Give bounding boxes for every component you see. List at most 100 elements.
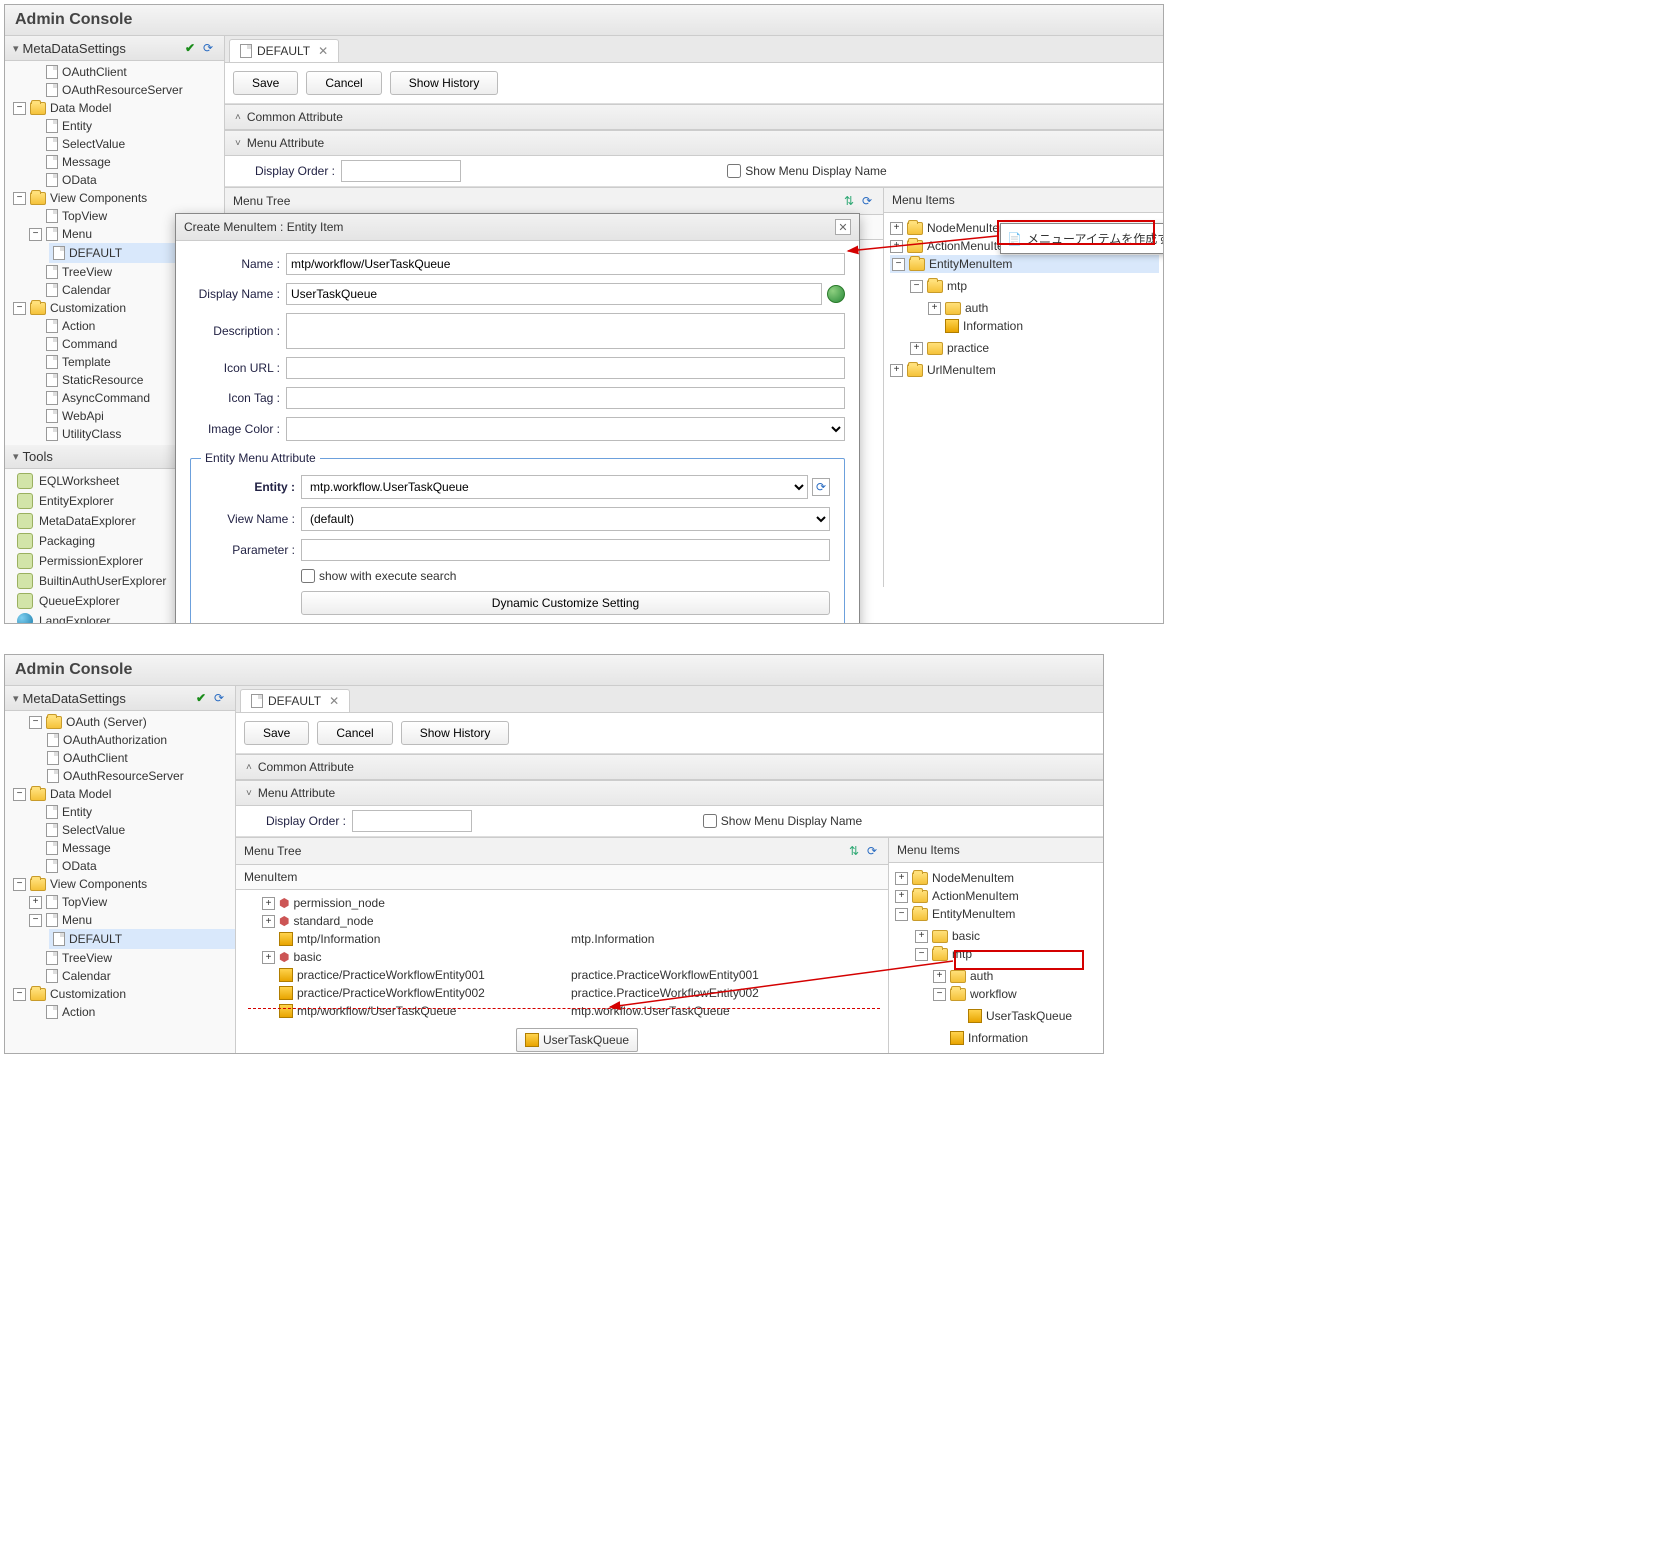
tree-message[interactable]: Message bbox=[62, 841, 111, 855]
tree-customization[interactable]: Customization bbox=[50, 987, 126, 1001]
tree-action[interactable]: Action bbox=[62, 1005, 95, 1019]
tree-webapi[interactable]: WebApi bbox=[62, 409, 104, 423]
tree-template[interactable]: Template bbox=[62, 355, 111, 369]
tool-permissionexplorer[interactable]: PermissionExplorer bbox=[39, 554, 143, 568]
viewname-select[interactable]: (default) bbox=[301, 507, 830, 531]
expand-toggle[interactable]: − bbox=[933, 988, 946, 1001]
menu-attribute-section[interactable]: ˅Menu Attribute bbox=[225, 130, 1163, 156]
close-icon[interactable]: ✕ bbox=[329, 694, 339, 708]
tree-entity[interactable]: Entity bbox=[62, 805, 92, 819]
expand-toggle[interactable]: − bbox=[13, 788, 26, 801]
context-menu-create-item[interactable]: 📄 メニューアイテムを作成する bbox=[1003, 226, 1164, 251]
menu-tree-row[interactable]: mtp/Informationmtp.Information bbox=[240, 930, 884, 948]
description-input[interactable] bbox=[286, 313, 845, 349]
dialog-close-icon[interactable]: ✕ bbox=[835, 219, 851, 235]
name-input[interactable] bbox=[286, 253, 845, 275]
tool-metadataexplorer[interactable]: MetaDataExplorer bbox=[39, 514, 136, 528]
display-order-input[interactable] bbox=[352, 810, 472, 832]
menu-tree-row[interactable]: mtp/workflow/UserTaskQueuemtp.workflow.U… bbox=[240, 1002, 884, 1020]
tool-packaging[interactable]: Packaging bbox=[39, 534, 95, 548]
mi-practice[interactable]: practice bbox=[947, 341, 989, 355]
tree-datamodel[interactable]: Data Model bbox=[50, 101, 111, 115]
dynamic-customize-button[interactable]: Dynamic Customize Setting bbox=[301, 591, 830, 615]
displayname-input[interactable] bbox=[286, 283, 822, 305]
expand-toggle[interactable]: − bbox=[13, 302, 26, 315]
save-button[interactable]: Save bbox=[233, 71, 298, 95]
tree-selectvalue[interactable]: SelectValue bbox=[62, 137, 125, 151]
expand-toggle[interactable]: + bbox=[262, 897, 275, 910]
tree-customization[interactable]: Customization bbox=[50, 301, 126, 315]
mi-entitymenuitem[interactable]: EntityMenuItem bbox=[932, 907, 1015, 921]
expand-toggle[interactable]: − bbox=[895, 908, 908, 921]
metadata-settings-header[interactable]: ▾ MetaDataSettings ✔ ⟳ bbox=[5, 686, 235, 711]
iconurl-input[interactable] bbox=[286, 357, 845, 379]
expand-toggle[interactable]: + bbox=[915, 1054, 928, 1055]
tool-eqlworksheet[interactable]: EQLWorksheet bbox=[39, 474, 119, 488]
display-order-input[interactable] bbox=[341, 160, 461, 182]
parameter-input[interactable] bbox=[301, 539, 830, 561]
common-attribute-section[interactable]: ˄Common Attribute bbox=[236, 754, 1103, 780]
tree-odata[interactable]: OData bbox=[62, 859, 97, 873]
sort-icon[interactable]: ⇅ bbox=[846, 843, 862, 859]
expand-toggle[interactable]: + bbox=[890, 364, 903, 377]
tool-langexplorer[interactable]: LangExplorer bbox=[39, 614, 110, 624]
common-attribute-section[interactable]: ˄Common Attribute bbox=[225, 104, 1163, 130]
mi-auth[interactable]: auth bbox=[965, 301, 988, 315]
tree-oauthresourceserver[interactable]: OAuthResourceServer bbox=[63, 769, 184, 783]
mi-information[interactable]: Information bbox=[968, 1031, 1028, 1045]
mi-auth[interactable]: auth bbox=[970, 969, 993, 983]
mi-mtp[interactable]: mtp bbox=[952, 947, 972, 961]
tree-calendar[interactable]: Calendar bbox=[62, 969, 111, 983]
tree-staticresource[interactable]: StaticResource bbox=[62, 373, 143, 387]
tree-treeview[interactable]: TreeView bbox=[62, 951, 112, 965]
menu-tree-row[interactable]: practice/PracticeWorkflowEntity001practi… bbox=[240, 966, 884, 984]
expand-toggle[interactable]: − bbox=[13, 192, 26, 205]
tree-oauthclient[interactable]: OAuthClient bbox=[63, 751, 128, 765]
menu-attribute-section[interactable]: ˅Menu Attribute bbox=[236, 780, 1103, 806]
cancel-button[interactable]: Cancel bbox=[306, 71, 381, 95]
tree-topview[interactable]: TopView bbox=[62, 895, 107, 909]
mi-practice[interactable]: practice bbox=[952, 1053, 994, 1054]
tree-oauth-server[interactable]: OAuth (Server) bbox=[66, 715, 147, 729]
mi-mtp[interactable]: mtp bbox=[947, 279, 967, 293]
show-history-button[interactable]: Show History bbox=[390, 71, 499, 95]
globe-icon[interactable] bbox=[827, 285, 845, 303]
menu-tree-row[interactable]: +⬢basic bbox=[240, 948, 884, 966]
mi-information[interactable]: Information bbox=[963, 319, 1023, 333]
tree-utilityclass[interactable]: UtilityClass bbox=[62, 427, 121, 441]
expand-toggle[interactable]: + bbox=[928, 302, 941, 315]
tree-treeview[interactable]: TreeView bbox=[62, 265, 112, 279]
tree-message[interactable]: Message bbox=[62, 155, 111, 169]
cancel-button[interactable]: Cancel bbox=[317, 721, 392, 745]
tab-default[interactable]: DEFAULT ✕ bbox=[240, 689, 350, 712]
show-menu-display-name-checkbox[interactable] bbox=[703, 814, 717, 828]
expand-toggle[interactable]: − bbox=[915, 948, 928, 961]
show-with-execute-search-checkbox[interactable] bbox=[301, 569, 315, 583]
metadata-settings-header[interactable]: ▾ MetaDataSettings ✔ ⟳ bbox=[5, 36, 224, 61]
close-icon[interactable]: ✕ bbox=[318, 44, 328, 58]
menu-tree-row[interactable]: +⬢permission_node bbox=[240, 894, 884, 912]
expand-toggle[interactable]: − bbox=[910, 280, 923, 293]
expand-toggle[interactable]: + bbox=[895, 872, 908, 885]
icontag-input[interactable] bbox=[286, 387, 845, 409]
expand-toggle[interactable]: + bbox=[29, 896, 42, 909]
tool-builtinauthuserexplorer[interactable]: BuiltinAuthUserExplorer bbox=[39, 574, 166, 588]
expand-toggle[interactable]: + bbox=[933, 970, 946, 983]
tree-action[interactable]: Action bbox=[62, 319, 95, 333]
refresh-icon[interactable]: ⟳ bbox=[812, 478, 830, 496]
tree-menu[interactable]: Menu bbox=[62, 913, 92, 927]
mi-basic[interactable]: basic bbox=[952, 929, 980, 943]
expand-toggle[interactable]: + bbox=[890, 222, 903, 235]
check-icon[interactable]: ✔ bbox=[182, 40, 198, 56]
mi-workflow[interactable]: workflow bbox=[970, 987, 1017, 1001]
expand-toggle[interactable]: + bbox=[890, 240, 903, 253]
tree-calendar[interactable]: Calendar bbox=[62, 283, 111, 297]
tree-oauthauthorization[interactable]: OAuthAuthorization bbox=[63, 733, 167, 747]
tree-topview[interactable]: TopView bbox=[62, 209, 107, 223]
tree-oauthresourceserver[interactable]: OAuthResourceServer bbox=[62, 83, 183, 97]
tree-oauthclient[interactable]: OAuthClient bbox=[62, 65, 127, 79]
tool-entityexplorer[interactable]: EntityExplorer bbox=[39, 494, 114, 508]
expand-toggle[interactable]: + bbox=[262, 915, 275, 928]
tab-default[interactable]: DEFAULT ✕ bbox=[229, 39, 339, 62]
expand-toggle[interactable]: + bbox=[262, 951, 275, 964]
